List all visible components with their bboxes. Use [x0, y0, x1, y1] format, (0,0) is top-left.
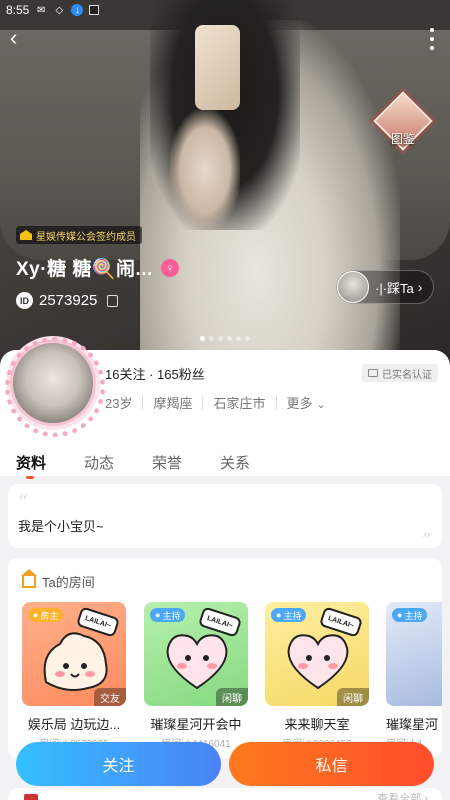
- chevron-down-icon: ⌄: [316, 399, 326, 411]
- rooms-card: Ta的房间 LAILAI~ ● 房主 交友 娱乐局 边玩边... 房间id:25…: [8, 558, 442, 758]
- room-category: 交友: [94, 688, 126, 706]
- room-thumbnail: ● 主持: [386, 602, 442, 706]
- cover-arm: [170, 110, 240, 230]
- guild-badge[interactable]: 星娱传媒公会签约成员: [16, 226, 142, 244]
- status-bar: 8:55 ✉ ◇ ↓: [0, 0, 450, 20]
- bio-text: 我是个小宝贝~: [18, 519, 104, 534]
- visitor-avatar: [337, 271, 369, 303]
- back-button[interactable]: ‹: [10, 27, 32, 50]
- emblem-label: 图鉴: [390, 132, 415, 146]
- tab-moments[interactable]: 动态: [84, 452, 152, 473]
- room-title: 璀璨星河: [386, 717, 439, 732]
- copy-icon[interactable]: [107, 294, 119, 307]
- user-id-number: 2573925: [39, 292, 98, 309]
- bottom-action-bar: 关注 私信: [0, 740, 450, 800]
- user-id-row: ID 2573925: [16, 292, 119, 309]
- room-thumbnail: LAILAI~ ● 主持 闲聊: [265, 602, 369, 706]
- room-card[interactable]: LAILAI~ ● 房主 交友 娱乐局 边玩边... 房间id:2573925: [22, 602, 126, 750]
- step-label: ·|·踩Ta: [375, 280, 414, 296]
- room-role-badge: ● 主持: [392, 608, 428, 622]
- user-avatar[interactable]: [5, 337, 105, 437]
- step-on-button[interactable]: ·|·踩Ta ›: [336, 270, 434, 304]
- guild-label: 星娱传媒公会签约成员: [36, 231, 136, 243]
- download-icon: ↓: [71, 4, 84, 16]
- room-card[interactable]: ● 主持 璀璨星河 房间id:4: [386, 602, 442, 750]
- room-category: 闲聊: [337, 688, 369, 706]
- more-tags-button[interactable]: 更多 ⌄: [287, 393, 326, 412]
- female-gender-icon: ♀: [160, 258, 179, 277]
- profile-tabs: 资料 动态 荣誉 关系: [16, 452, 288, 479]
- pager-dot: [200, 336, 205, 341]
- message-button[interactable]: 私信: [229, 742, 434, 786]
- profile-tags: 23岁 摩羯座 石家庄市 更多 ⌄: [105, 393, 326, 412]
- home-icon: [21, 568, 37, 588]
- guild-icon: [20, 230, 32, 240]
- city-tag: 石家庄市: [213, 396, 266, 411]
- profile-cover-photo[interactable]: [0, 0, 450, 370]
- user-nickname: Xy·糖 糖🍭闹...: [16, 259, 153, 280]
- open-quote-icon: “: [18, 490, 29, 514]
- room-role-badge: ● 房主: [28, 608, 64, 622]
- more-options-button[interactable]: [428, 28, 436, 50]
- close-quote-icon: ”: [421, 528, 432, 552]
- follow-fans-count[interactable]: 16关注 · 165粉丝: [105, 364, 205, 383]
- tab-relations[interactable]: 关系: [220, 452, 288, 473]
- room-role-badge: ● 主持: [150, 608, 186, 622]
- room-title: 璀璨星河开会中: [150, 717, 242, 732]
- user-name-row: Xy·糖 糖🍭闹... ♀: [16, 254, 179, 281]
- illustrated-guide-button[interactable]: 图鉴: [372, 91, 434, 154]
- pager-dot: [218, 336, 223, 341]
- room-role-badge: ● 主持: [271, 608, 307, 622]
- bio-card: “ 我是个小宝贝~ ”: [8, 484, 442, 552]
- pager-dot: [245, 336, 250, 341]
- room-title: 来来聊天室: [284, 717, 350, 732]
- photo-pager-dots: [200, 336, 250, 341]
- id-icon: ID: [16, 292, 33, 309]
- cover-phone: [195, 25, 240, 110]
- pager-dot: [236, 336, 241, 341]
- tab-honors[interactable]: 荣誉: [152, 452, 220, 473]
- room-thumbnail: LAILAI~ ● 主持 闲聊: [144, 602, 248, 706]
- rooms-header: Ta的房间: [21, 568, 95, 591]
- tab-profile[interactable]: 资料: [16, 452, 84, 479]
- room-title: 娱乐局 边玩边...: [27, 717, 121, 732]
- constellation-tag: 摩羯座: [153, 396, 193, 411]
- room-thumbnail: LAILAI~ ● 房主 交友: [22, 602, 126, 706]
- rooms-header-label: Ta的房间: [42, 575, 95, 590]
- notification-icon: ✉: [37, 4, 46, 16]
- heart-mascot-image: [287, 634, 349, 690]
- follow-button[interactable]: 关注: [16, 742, 221, 786]
- pager-dot: [209, 336, 214, 341]
- verified-badge: 已实名认证: [362, 364, 438, 382]
- avatar-frame: [5, 337, 105, 437]
- pager-dot: [227, 336, 232, 341]
- app-icon: [89, 5, 100, 15]
- chevron-right-icon: ›: [417, 279, 423, 295]
- room-card[interactable]: LAILAI~ ● 主持 闲聊 璀璨星河开会中 房间id:4416041: [144, 602, 248, 750]
- heart-mascot-image: [166, 634, 228, 690]
- verified-label: 已实名认证: [382, 369, 432, 381]
- room-category: 闲聊: [216, 688, 248, 706]
- mascot-image: [43, 632, 108, 691]
- room-card[interactable]: LAILAI~ ● 主持 闲聊 来来聊天室 房间id:3026453: [265, 602, 369, 750]
- id-card-icon: [368, 369, 378, 377]
- shield-icon: ◇: [55, 4, 64, 16]
- status-time: 8:55: [6, 3, 30, 17]
- age-tag: 23岁: [105, 396, 133, 411]
